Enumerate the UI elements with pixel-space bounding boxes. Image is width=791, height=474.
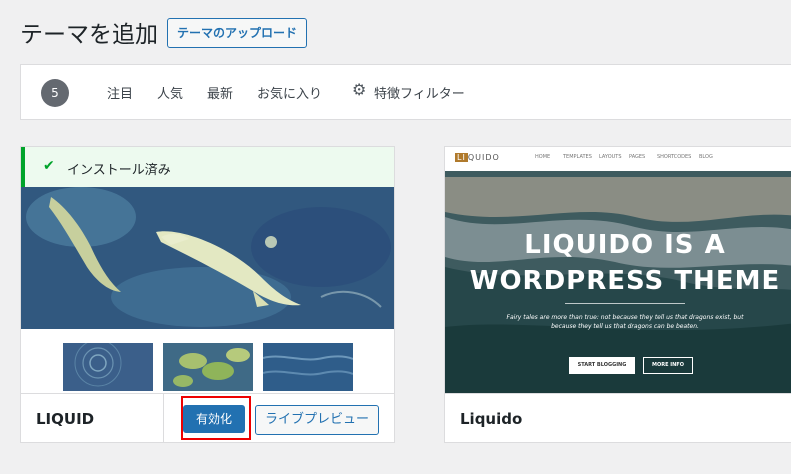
filter-link-latest[interactable]: 最新 [207,83,233,102]
more-info-button: MORE INFO [643,357,693,374]
thumbnail-strip [21,329,394,391]
highlight-box [181,396,251,440]
filter-link-featured[interactable]: 注目 [107,83,133,102]
nav-item: LAYOUTS [599,154,622,160]
nav-item: HOME [535,154,551,160]
nav-item: PAGES [629,154,646,160]
hero-title: LIQUIDO IS A WORDPRESS THEME [469,230,781,296]
filter-bar: 5 注目 人気 最新 お気に入り ⚙ 特徴フィルター [20,64,791,120]
theme-name: Liquido [460,410,523,428]
filter-link-favorites[interactable]: お気に入り [257,83,322,102]
live-preview-button[interactable]: ライブプレビュー [255,405,379,435]
page-title: テーマを追加 [20,22,158,48]
divider [163,394,164,442]
feature-filter-link[interactable]: 特徴フィルター [374,83,465,102]
gear-icon[interactable]: ⚙ [352,80,366,99]
thumbnail-ripples [63,343,153,391]
upload-theme-button[interactable]: テーマのアップロード [167,18,308,48]
nav-item: BLOG [699,154,713,160]
filter-link-popular[interactable]: 人気 [157,83,183,102]
site-logo: LI QUIDO [455,153,500,162]
installed-label: インストール済み [67,163,171,178]
koi-image [21,187,394,329]
theme-card-liquido[interactable]: LI QUIDO HOME TEMPLATES LAYOUTS PAGES SHO… [444,146,791,443]
site-nav: LI QUIDO HOME TEMPLATES LAYOUTS PAGES SHO… [445,147,791,171]
start-blogging-button: START BLOGGING [569,357,635,374]
theme-card-footer: Liquido [445,393,791,442]
theme-screenshot: LI QUIDO HOME TEMPLATES LAYOUTS PAGES SHO… [445,147,791,393]
theme-screenshot [21,187,394,329]
theme-count-badge: 5 [41,79,69,107]
hero-divider [565,303,685,304]
checkmark-icon: ✔ [43,158,55,174]
theme-name: LIQUID [36,410,95,428]
thumbnail-water [263,343,353,391]
nav-item: TEMPLATES [563,154,592,160]
hero-text: Fairy tales are more than true: not beca… [506,314,744,330]
installed-notice: ✔ インストール済み [21,147,394,187]
thumbnail-leaves [163,343,253,391]
nav-item: SHORTCODES [657,154,692,160]
